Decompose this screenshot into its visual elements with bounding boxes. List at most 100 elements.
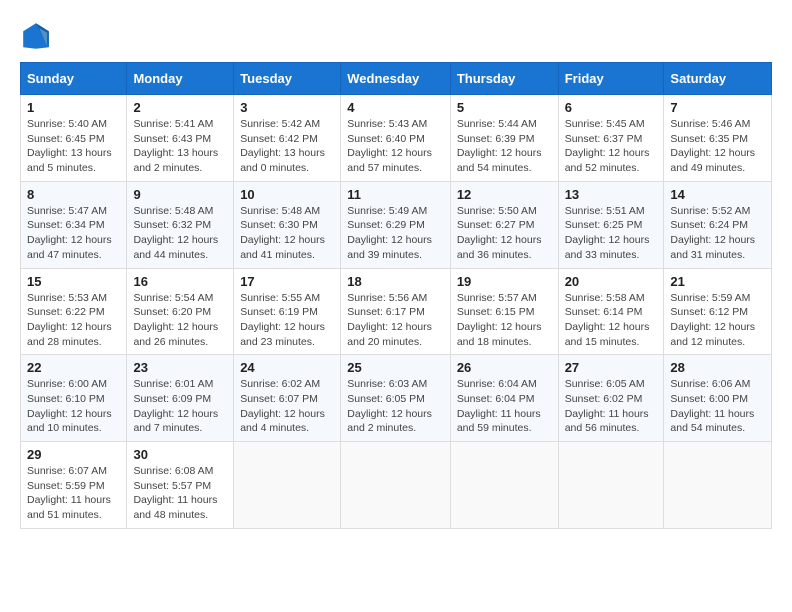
week-row-5: 29 Sunrise: 6:07 AMSunset: 5:59 PMDayligh… — [21, 442, 772, 529]
day-cell-20: 20 Sunrise: 5:58 AMSunset: 6:14 PMDayligh… — [558, 268, 664, 355]
day-cell-30: 30Sunrise: 6:08 AMSunset: 5:57 PMDayligh… — [127, 442, 234, 529]
day-number: 7 — [670, 100, 765, 115]
col-header-saturday: Saturday — [664, 63, 772, 95]
empty-cell — [450, 442, 558, 529]
day-cell-3: 3 Sunrise: 5:42 AMSunset: 6:42 PMDaylight… — [234, 95, 341, 182]
logo — [20, 20, 56, 52]
day-info: Sunrise: 5:53 AMSunset: 6:22 PMDaylight:… — [27, 291, 120, 350]
col-header-wednesday: Wednesday — [341, 63, 451, 95]
day-cell-18: 18 Sunrise: 5:56 AMSunset: 6:17 PMDayligh… — [341, 268, 451, 355]
day-info: Sunrise: 5:55 AMSunset: 6:19 PMDaylight:… — [240, 291, 334, 350]
day-number: 10 — [240, 187, 334, 202]
empty-cell — [341, 442, 451, 529]
header-row: SundayMondayTuesdayWednesdayThursdayFrid… — [21, 63, 772, 95]
day-number: 23 — [133, 360, 227, 375]
day-cell-16: 16 Sunrise: 5:54 AMSunset: 6:20 PMDayligh… — [127, 268, 234, 355]
week-row-2: 8 Sunrise: 5:47 AMSunset: 6:34 PMDaylight… — [21, 181, 772, 268]
day-cell-28: 28 Sunrise: 6:06 AMSunset: 6:00 PMDayligh… — [664, 355, 772, 442]
empty-cell — [664, 442, 772, 529]
day-cell-14: 14 Sunrise: 5:52 AMSunset: 6:24 PMDayligh… — [664, 181, 772, 268]
day-number: 12 — [457, 187, 552, 202]
day-info: Sunrise: 6:01 AMSunset: 6:09 PMDaylight:… — [133, 377, 227, 436]
day-info: Sunrise: 5:52 AMSunset: 6:24 PMDaylight:… — [670, 204, 765, 263]
day-number: 25 — [347, 360, 444, 375]
day-info: Sunrise: 5:56 AMSunset: 6:17 PMDaylight:… — [347, 291, 444, 350]
day-number: 4 — [347, 100, 444, 115]
day-cell-25: 25Sunrise: 6:03 AMSunset: 6:05 PMDayligh… — [341, 355, 451, 442]
day-number: 22 — [27, 360, 120, 375]
col-header-tuesday: Tuesday — [234, 63, 341, 95]
col-header-thursday: Thursday — [450, 63, 558, 95]
day-info: Sunrise: 5:58 AMSunset: 6:14 PMDaylight:… — [565, 291, 658, 350]
day-number: 5 — [457, 100, 552, 115]
day-cell-7: 7 Sunrise: 5:46 AMSunset: 6:35 PMDaylight… — [664, 95, 772, 182]
day-info: Sunrise: 5:59 AMSunset: 6:12 PMDaylight:… — [670, 291, 765, 350]
day-info: Sunrise: 5:57 AMSunset: 6:15 PMDaylight:… — [457, 291, 552, 350]
day-number: 29 — [27, 447, 120, 462]
day-cell-8: 8 Sunrise: 5:47 AMSunset: 6:34 PMDaylight… — [21, 181, 127, 268]
day-cell-11: 11 Sunrise: 5:49 AMSunset: 6:29 PMDayligh… — [341, 181, 451, 268]
day-cell-22: 22 Sunrise: 6:00 AMSunset: 6:10 PMDayligh… — [21, 355, 127, 442]
logo-icon — [20, 20, 52, 52]
day-number: 8 — [27, 187, 120, 202]
day-info: Sunrise: 5:45 AMSunset: 6:37 PMDaylight:… — [565, 117, 658, 176]
day-cell-12: 12Sunrise: 5:50 AMSunset: 6:27 PMDayligh… — [450, 181, 558, 268]
day-number: 11 — [347, 187, 444, 202]
day-info: Sunrise: 5:51 AMSunset: 6:25 PMDaylight:… — [565, 204, 658, 263]
day-number: 30 — [133, 447, 227, 462]
day-number: 19 — [457, 274, 552, 289]
day-info: Sunrise: 5:54 AMSunset: 6:20 PMDaylight:… — [133, 291, 227, 350]
day-number: 1 — [27, 100, 120, 115]
day-info: Sunrise: 6:07 AMSunset: 5:59 PMDaylight:… — [27, 464, 120, 523]
day-cell-23: 23 Sunrise: 6:01 AMSunset: 6:09 PMDayligh… — [127, 355, 234, 442]
day-info: Sunrise: 5:43 AMSunset: 6:40 PMDaylight:… — [347, 117, 444, 176]
day-number: 18 — [347, 274, 444, 289]
day-info: Sunrise: 5:48 AMSunset: 6:30 PMDaylight:… — [240, 204, 334, 263]
day-info: Sunrise: 5:48 AMSunset: 6:32 PMDaylight:… — [133, 204, 227, 263]
day-number: 26 — [457, 360, 552, 375]
page-header — [20, 20, 772, 52]
day-info: Sunrise: 5:49 AMSunset: 6:29 PMDaylight:… — [347, 204, 444, 263]
day-cell-1: 1 Sunrise: 5:40 AMSunset: 6:45 PMDaylight… — [21, 95, 127, 182]
day-number: 16 — [133, 274, 227, 289]
day-info: Sunrise: 6:02 AMSunset: 6:07 PMDaylight:… — [240, 377, 334, 436]
day-number: 15 — [27, 274, 120, 289]
day-cell-5: 5Sunrise: 5:44 AMSunset: 6:39 PMDaylight… — [450, 95, 558, 182]
day-cell-13: 13 Sunrise: 5:51 AMSunset: 6:25 PMDayligh… — [558, 181, 664, 268]
day-cell-21: 21 Sunrise: 5:59 AMSunset: 6:12 PMDayligh… — [664, 268, 772, 355]
day-info: Sunrise: 6:05 AMSunset: 6:02 PMDaylight:… — [565, 377, 658, 436]
day-info: Sunrise: 5:42 AMSunset: 6:42 PMDaylight:… — [240, 117, 334, 176]
day-number: 17 — [240, 274, 334, 289]
calendar-table: SundayMondayTuesdayWednesdayThursdayFrid… — [20, 62, 772, 529]
day-cell-26: 26 Sunrise: 6:04 AMSunset: 6:04 PMDayligh… — [450, 355, 558, 442]
day-number: 14 — [670, 187, 765, 202]
day-cell-15: 15 Sunrise: 5:53 AMSunset: 6:22 PMDayligh… — [21, 268, 127, 355]
day-info: Sunrise: 5:46 AMSunset: 6:35 PMDaylight:… — [670, 117, 765, 176]
day-cell-10: 10 Sunrise: 5:48 AMSunset: 6:30 PMDayligh… — [234, 181, 341, 268]
day-number: 6 — [565, 100, 658, 115]
day-cell-19: 19 Sunrise: 5:57 AMSunset: 6:15 PMDayligh… — [450, 268, 558, 355]
day-info: Sunrise: 6:00 AMSunset: 6:10 PMDaylight:… — [27, 377, 120, 436]
day-number: 13 — [565, 187, 658, 202]
day-cell-6: 6 Sunrise: 5:45 AMSunset: 6:37 PMDaylight… — [558, 95, 664, 182]
day-number: 3 — [240, 100, 334, 115]
day-info: Sunrise: 6:04 AMSunset: 6:04 PMDaylight:… — [457, 377, 552, 436]
day-number: 27 — [565, 360, 658, 375]
week-row-4: 22 Sunrise: 6:00 AMSunset: 6:10 PMDayligh… — [21, 355, 772, 442]
day-info: Sunrise: 6:06 AMSunset: 6:00 PMDaylight:… — [670, 377, 765, 436]
week-row-3: 15 Sunrise: 5:53 AMSunset: 6:22 PMDayligh… — [21, 268, 772, 355]
day-number: 9 — [133, 187, 227, 202]
empty-cell — [558, 442, 664, 529]
empty-cell — [234, 442, 341, 529]
day-cell-17: 17 Sunrise: 5:55 AMSunset: 6:19 PMDayligh… — [234, 268, 341, 355]
week-row-1: 1 Sunrise: 5:40 AMSunset: 6:45 PMDaylight… — [21, 95, 772, 182]
day-cell-2: 2Sunrise: 5:41 AMSunset: 6:43 PMDaylight… — [127, 95, 234, 182]
day-number: 21 — [670, 274, 765, 289]
day-number: 24 — [240, 360, 334, 375]
day-number: 20 — [565, 274, 658, 289]
day-info: Sunrise: 5:47 AMSunset: 6:34 PMDaylight:… — [27, 204, 120, 263]
day-number: 28 — [670, 360, 765, 375]
day-cell-4: 4 Sunrise: 5:43 AMSunset: 6:40 PMDaylight… — [341, 95, 451, 182]
day-info: Sunrise: 5:40 AMSunset: 6:45 PMDaylight:… — [27, 117, 120, 176]
day-number: 2 — [133, 100, 227, 115]
